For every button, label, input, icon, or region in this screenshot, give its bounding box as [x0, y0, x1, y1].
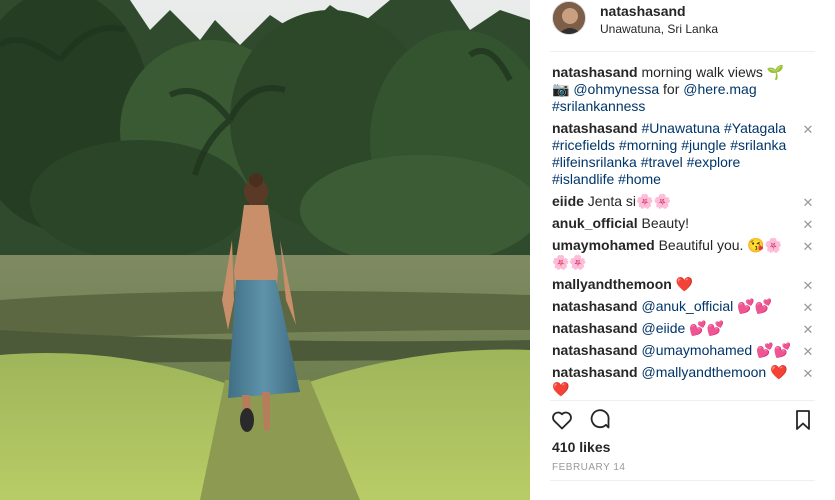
post-location[interactable]: Unawatuna, Sri Lanka — [600, 22, 718, 36]
divider — [550, 400, 815, 401]
comment-text: 💕💕 — [685, 320, 725, 336]
comment-tag-link[interactable]: #home — [618, 171, 661, 187]
comment-text: 💕💕 — [733, 298, 773, 314]
remove-comment-icon[interactable]: ✕ — [801, 121, 815, 138]
comment-tag-link[interactable]: @anuk_official — [641, 298, 733, 314]
remove-comment-icon[interactable]: ✕ — [801, 194, 815, 211]
comment-text: ❤️ — [671, 276, 694, 292]
comment-tag-link[interactable]: #Unawatuna — [641, 120, 720, 136]
post-date: FEBRUARY 14 — [552, 462, 626, 473]
comment-tag-link[interactable]: #lifeinsrilanka — [552, 154, 637, 170]
comment-tag-link[interactable]: @here.mag — [683, 81, 756, 97]
bookmark-icon[interactable] — [791, 408, 815, 432]
comment-item: natashasand @anuk_official 💕💕 ✕ — [552, 298, 815, 315]
comment-item: natashasand @eiide 💕💕 ✕ — [552, 320, 815, 337]
comment-text: for — [659, 81, 684, 97]
add-comment-area[interactable] — [550, 480, 815, 500]
comments-list[interactable]: natashasand morning walk views 🌱 📷 @ohmy… — [552, 64, 815, 402]
comment-item: anuk_official Beauty! ✕ — [552, 215, 815, 232]
comment-username[interactable]: eiide — [552, 193, 584, 209]
post-image — [0, 0, 530, 500]
comment-text: Beauty! — [637, 215, 689, 231]
comment-item: natashasand @umaymohamed 💕💕 ✕ — [552, 342, 815, 359]
remove-comment-icon[interactable]: ✕ — [801, 343, 815, 360]
comment-tag-link[interactable]: #explore — [687, 154, 741, 170]
comment-item: natashasand #Unawatuna #Yatagala #ricefi… — [552, 120, 815, 188]
comment-item: natashasand @mallyandthemoon ❤️❤️ ✕ — [552, 364, 815, 398]
comment-item: mallyandthemoon ❤️ ✕ — [552, 276, 815, 293]
post-photo[interactable] — [0, 0, 530, 500]
heart-icon[interactable] — [550, 408, 574, 432]
comment-text: Jenta si🌸🌸 — [583, 193, 671, 209]
comment-tag-link[interactable]: @ohmynessa — [573, 81, 659, 97]
comment-tag-link[interactable]: #islandlife — [552, 171, 614, 187]
comment-item: eiide Jenta si🌸🌸 ✕ — [552, 193, 815, 210]
comment-tag-link[interactable]: #srilankanness — [552, 98, 645, 114]
comment-username[interactable]: natashasand — [552, 298, 638, 314]
comment-username[interactable]: mallyandthemoon — [552, 276, 672, 292]
comment-tag-link[interactable]: @eiide — [641, 320, 685, 336]
comment-tag-link[interactable]: @mallyandthemoon — [641, 364, 766, 380]
post-header: natashasand Unawatuna, Sri Lanka — [550, 0, 815, 52]
comment-tag-link[interactable]: #travel — [641, 154, 683, 170]
comment-tag-link[interactable]: @umaymohamed — [641, 342, 752, 358]
comment-tag-link[interactable]: #ricefields — [552, 137, 615, 153]
comment-item: natashasand morning walk views 🌱 📷 @ohmy… — [552, 64, 815, 115]
comment-username[interactable]: anuk_official — [552, 215, 638, 231]
post-side-panel: natashasand Unawatuna, Sri Lanka natasha… — [530, 0, 835, 500]
comment-tag-link[interactable]: #jungle — [681, 137, 726, 153]
comment-username[interactable]: natashasand — [552, 320, 638, 336]
comment-username[interactable]: umaymohamed — [552, 237, 655, 253]
comment-icon[interactable] — [588, 408, 612, 432]
avatar[interactable] — [552, 1, 586, 35]
comment-item: umaymohamed Beautiful you. 😘🌸🌸🌸 ✕ — [552, 237, 815, 271]
comment-username[interactable]: natashasand — [552, 342, 638, 358]
comment-tag-link[interactable]: #morning — [619, 137, 677, 153]
remove-comment-icon[interactable]: ✕ — [801, 321, 815, 338]
comment-username[interactable]: natashasand — [552, 64, 638, 80]
comment-text: 💕💕 — [752, 342, 791, 358]
post-author-username[interactable]: natashasand — [600, 3, 686, 19]
remove-comment-icon[interactable]: ✕ — [801, 365, 815, 382]
remove-comment-icon[interactable]: ✕ — [801, 299, 815, 316]
comment-tag-link[interactable]: #srilanka — [730, 137, 786, 153]
comment-tag-link[interactable]: #Yatagala — [724, 120, 786, 136]
likes-count[interactable]: 410 likes — [552, 439, 610, 455]
remove-comment-icon[interactable]: ✕ — [801, 216, 815, 233]
comment-username[interactable]: natashasand — [552, 364, 638, 380]
post-actions — [550, 408, 815, 436]
remove-comment-icon[interactable]: ✕ — [801, 238, 815, 255]
comment-username[interactable]: natashasand — [552, 120, 638, 136]
remove-comment-icon[interactable]: ✕ — [801, 277, 815, 294]
